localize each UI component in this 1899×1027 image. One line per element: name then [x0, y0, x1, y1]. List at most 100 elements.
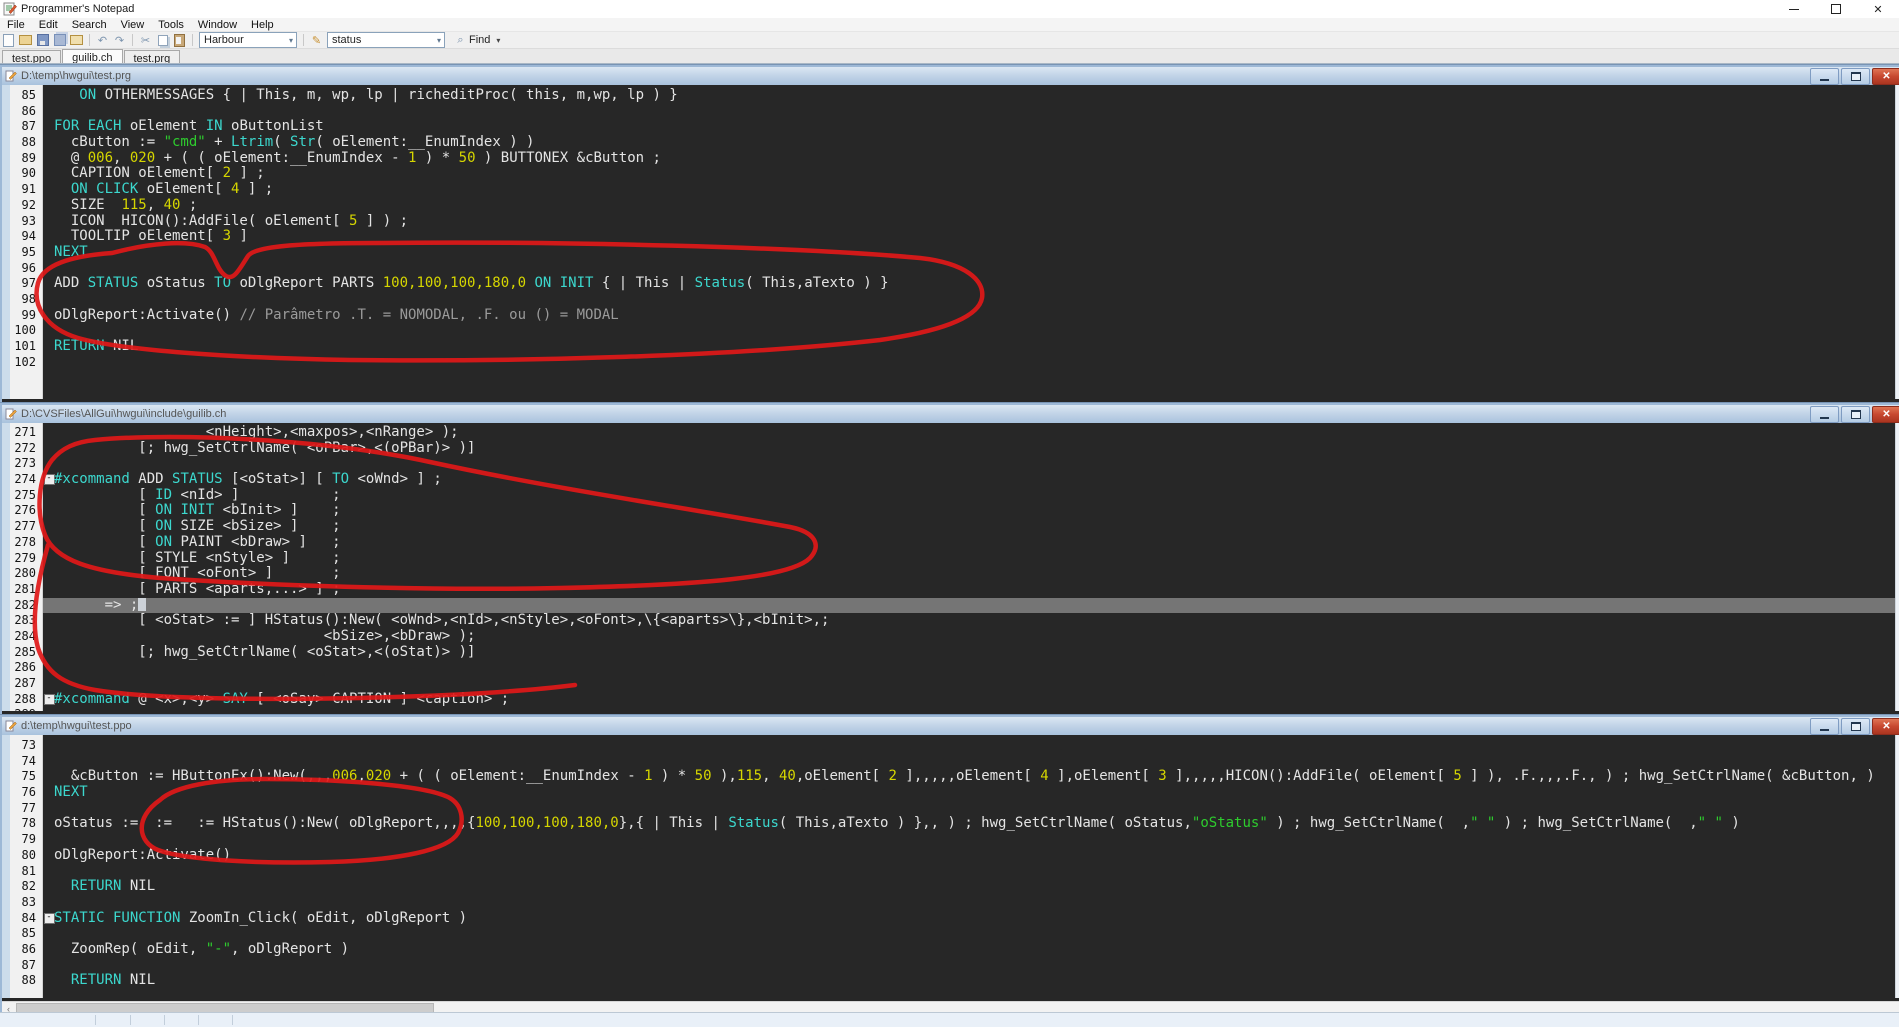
chevron-down-icon: ▾	[286, 36, 296, 45]
minimize-icon	[1789, 9, 1799, 10]
code-line: [; hwg_SetCtrlName( <oStat>,<(oStat)> )]	[54, 645, 1899, 661]
code-line: STATIC FUNCTION ZoomIn_Click( oEdit, oDl…	[54, 911, 1899, 927]
child-close-button[interactable]: ✕	[1872, 68, 1899, 85]
child-restore-button[interactable]	[1841, 68, 1870, 85]
maximize-button[interactable]	[1815, 0, 1857, 18]
child-titlebar[interactable]: d:\temp\hwgui\test.ppo ✕	[2, 717, 1899, 735]
minimize-button[interactable]	[1773, 0, 1815, 18]
code-line: [ <oStat> := ] HStatus():New( <oWnd>,<nI…	[54, 613, 1899, 629]
code-line: ICON HICON():AddFile( oElement[ 5 ] ) ;	[54, 214, 1899, 230]
code-line: NEXT	[54, 245, 1899, 261]
vertical-scrollbar[interactable]	[1895, 423, 1899, 711]
menu-file[interactable]: File	[0, 19, 32, 31]
redo-icon[interactable]: ↷	[112, 33, 127, 47]
main-titlebar: Programmer's Notepad ✕	[0, 0, 1899, 18]
app-icon	[3, 2, 17, 16]
toolbar: ↶↷ ✂ Harbour ▾ ✎ status ▾ ⌕ Find ▾	[0, 31, 1899, 49]
toolbar-separator	[192, 34, 193, 46]
code-line: => ;	[54, 598, 1899, 614]
child-titlebar[interactable]: D:\temp\hwgui\test.prg ✕	[2, 67, 1899, 85]
line-number-gutter: 73747576777879808182838485868788	[2, 735, 42, 998]
code-line: #xcommand @ <x>,<y> SAY [ <oSay> CAPTION…	[54, 692, 1899, 708]
child-minimize-button[interactable]	[1810, 406, 1839, 423]
child-minimize-button[interactable]	[1810, 718, 1839, 735]
scheme-combobox[interactable]: Harbour ▾	[199, 32, 297, 48]
fold-collapse-icon[interactable]: -	[44, 694, 55, 705]
code-line: oStatus := := := HStatus():New( oDlgRepo…	[54, 816, 1899, 832]
menu-search[interactable]: Search	[65, 19, 114, 31]
close-icon: ✕	[1882, 409, 1890, 420]
code-line: cButton := "cmd" + Ltrim( Str( oElement:…	[54, 135, 1899, 151]
code-line	[54, 676, 1899, 692]
code-line	[54, 660, 1899, 676]
code-line: FOR EACH oElement IN oButtonList	[54, 119, 1899, 135]
code-editor[interactable]: 858687888990919293949596979899100101102 …	[2, 85, 1899, 399]
child-restore-button[interactable]	[1841, 718, 1870, 735]
code-line: [; hwg_SetCtrlName( <oPBar>,<(oPBar)> )]	[54, 441, 1899, 457]
code-area[interactable]: ON OTHERMESSAGES { | This, m, wp, lp | r…	[54, 85, 1899, 399]
copy-icon[interactable]	[155, 33, 170, 47]
child-close-button[interactable]: ✕	[1872, 406, 1899, 423]
code-line: ON CLICK oElement[ 4 ] ;	[54, 182, 1899, 198]
code-line: [ ID <nId> ] ;	[54, 488, 1899, 504]
menu-window[interactable]: Window	[191, 19, 244, 31]
close-button[interactable]: ✕	[1857, 0, 1899, 18]
child-titlebar[interactable]: D:\CVSFiles\AllGui\hwgui\include\guilib.…	[2, 405, 1899, 423]
line-number-gutter: 858687888990919293949596979899100101102	[2, 85, 42, 399]
code-line	[54, 864, 1899, 880]
menu-tools[interactable]: Tools	[151, 19, 191, 31]
code-area[interactable]: &cButton := HButtonEx():New(,,,006,020 +…	[54, 735, 1899, 998]
open-project-icon[interactable]	[69, 33, 84, 47]
code-line: oDlgReport:Activate()	[54, 848, 1899, 864]
search-input[interactable]: status ▾	[327, 32, 445, 48]
code-line	[54, 456, 1899, 472]
close-icon: ✕	[1882, 71, 1890, 82]
maximize-icon	[1831, 4, 1841, 14]
text-cursor	[138, 598, 146, 611]
child-window-title: d:\temp\hwgui\test.ppo	[21, 720, 132, 732]
programmers-notepad-window: Programmer's Notepad ✕ FileEditSearchVie…	[0, 0, 1899, 1027]
code-line: @ 006, 020 + ( ( oElement:__EnumIndex - …	[54, 151, 1899, 167]
code-line: TOOLTIP oElement[ 3 ]	[54, 229, 1899, 245]
file-pencil-icon	[5, 70, 17, 82]
cut-icon[interactable]: ✂	[138, 33, 153, 47]
vertical-scrollbar[interactable]	[1895, 85, 1899, 399]
child-window-title: D:\CVSFiles\AllGui\hwgui\include\guilib.…	[21, 408, 226, 420]
menubar: FileEditSearchViewToolsWindowHelp	[0, 18, 1899, 31]
file-pencil-icon	[5, 408, 17, 420]
scheme-combobox-value: Harbour	[204, 34, 244, 46]
save-icon[interactable]	[35, 33, 50, 47]
code-line	[54, 323, 1899, 339]
find-icon: ⌕	[453, 33, 468, 47]
new-search-icon[interactable]: ✎	[309, 33, 324, 47]
code-line: ZoomRep( oEdit, "-", oDlgReport )	[54, 942, 1899, 958]
code-line: [ PARTS <aparts,...> ] ;	[54, 582, 1899, 598]
code-editor[interactable]: 2712722732742752762772782792802812822832…	[2, 423, 1899, 711]
menu-view[interactable]: View	[114, 19, 152, 31]
child-minimize-button[interactable]	[1810, 68, 1839, 85]
fold-collapse-icon[interactable]: -	[44, 913, 55, 924]
code-line	[54, 355, 1899, 371]
code-line: [ ON INIT <bInit> ] ;	[54, 503, 1899, 519]
fold-collapse-icon[interactable]: -	[44, 474, 55, 485]
paste-icon[interactable]	[172, 33, 187, 47]
vertical-scrollbar[interactable]	[1895, 735, 1899, 998]
restore-icon	[1851, 722, 1861, 731]
code-line: [ FONT <oFont> ] ;	[54, 566, 1899, 582]
code-area[interactable]: <nHeight>,<maxpos>,<nRange> ); [; hwg_Se…	[54, 423, 1899, 711]
child-close-button[interactable]: ✕	[1872, 718, 1899, 735]
undo-icon[interactable]: ↶	[95, 33, 110, 47]
code-line: RETURN NIL	[54, 339, 1899, 355]
save-all-icon[interactable]	[52, 33, 67, 47]
menu-help[interactable]: Help	[244, 19, 281, 31]
open-file-icon[interactable]	[18, 33, 33, 47]
editor-window-test-prg: D:\temp\hwgui\test.prg ✕ 858687888990919…	[0, 65, 1899, 405]
code-line	[54, 261, 1899, 277]
child-restore-button[interactable]	[1841, 406, 1870, 423]
menu-edit[interactable]: Edit	[32, 19, 65, 31]
find-button[interactable]: ⌕ Find ▾	[447, 33, 505, 47]
code-editor[interactable]: 73747576777879808182838485868788 - &cBut…	[2, 735, 1899, 998]
line-number-gutter: 2712722732742752762772782792802812822832…	[2, 423, 42, 711]
minimize-icon	[1820, 729, 1829, 731]
new-file-icon[interactable]	[1, 33, 16, 47]
